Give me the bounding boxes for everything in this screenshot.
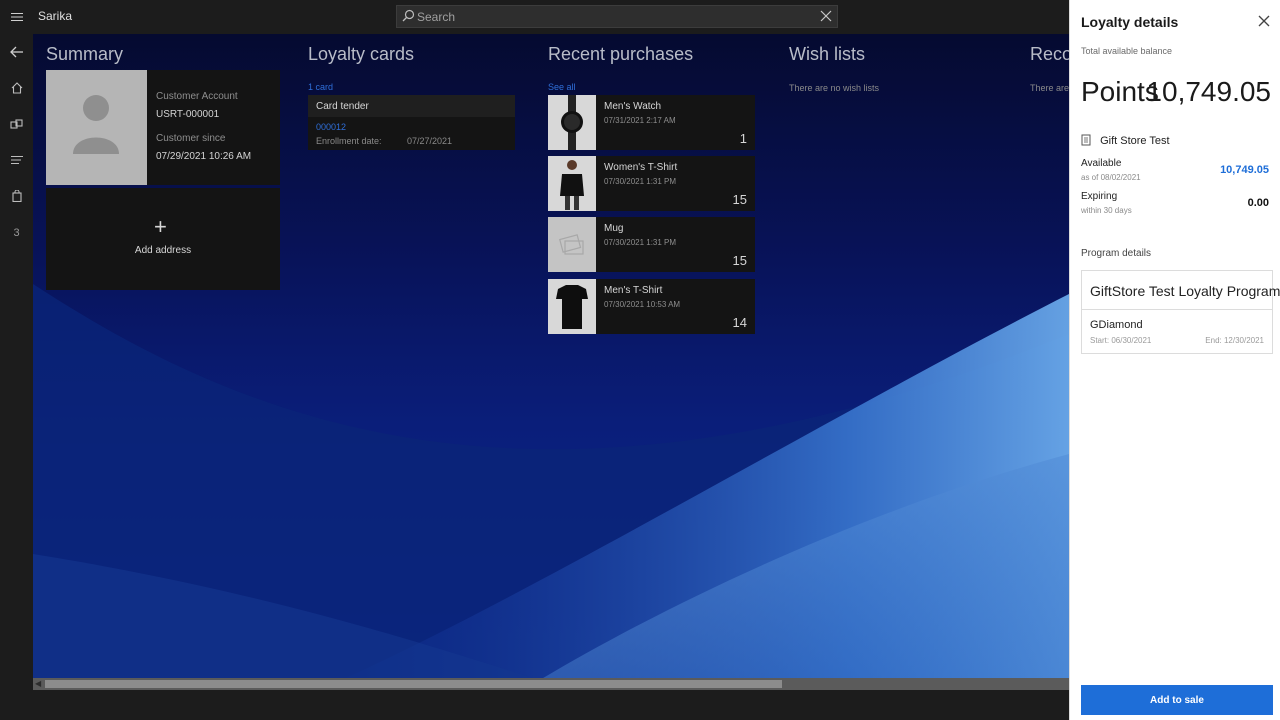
recent-purchases-title: Recent purchases [548,44,694,64]
top-bar: Sarika [0,0,1069,34]
program-card[interactable]: GiftStore Test Loyalty Program GDiamond … [1081,270,1280,354]
purchase-date: 07/30/2021 1:31 PM [604,177,677,186]
expiring-value: 0.00 [1247,197,1269,209]
scroll-left-icon[interactable]: ◀ [35,679,41,688]
home-icon [11,82,22,94]
expiring-within: within 30 days [1081,206,1132,215]
purchase-date: 07/31/2021 2:17 AM [604,116,676,125]
products-button[interactable] [0,112,33,136]
cart-count: 3 [0,221,33,245]
see-all-link[interactable]: See all [548,82,576,92]
loyalty-card-count-link[interactable]: 1 card [308,82,333,92]
purchase-date: 07/30/2021 10:53 AM [604,300,681,309]
enrollment-date-value: 07/27/2021 [407,136,453,146]
hamburger-icon [10,13,23,21]
add-address-button[interactable]: + Add address [46,188,280,290]
card-number-link[interactable]: 000012 [316,122,346,132]
hamburger-menu-button[interactable] [0,0,33,34]
placeholder-image-icon [548,217,596,272]
program-details-label: Program details [1081,248,1152,259]
points-balance: 10,749.05 [1146,76,1271,107]
available-asof: as of 08/02/2021 [1081,173,1141,182]
close-icon[interactable] [820,10,832,22]
back-button[interactable] [0,40,33,64]
loyalty-card-header: Card tender [308,95,515,117]
customer-since-label: Customer since [156,133,226,144]
person-silhouette-icon [73,95,119,154]
card-tender-label: Card tender [316,101,369,112]
plus-icon: + [154,214,167,239]
purchase-quantity: 14 [732,315,747,330]
recommended-empty: There are [1030,83,1069,93]
purchase-item[interactable]: Women's T-Shirt 07/30/2021 1:31 PM 15 [548,156,755,211]
purchase-name: Mug [604,223,624,234]
tier-start: Start: 06/30/2021 [1090,336,1152,345]
loyalty-details-panel: Loyalty details Total available balance … [1069,0,1280,720]
purchase-item[interactable]: Mug 07/30/2021 1:31 PM 15 [548,217,755,272]
search-box[interactable] [396,5,838,28]
watch-image [548,95,596,150]
enrollment-date-label: Enrollment date: [316,136,382,146]
orders-button[interactable] [0,148,33,172]
tier-end: End: 12/30/2021 [1205,336,1264,345]
purchase-quantity: 15 [732,192,747,207]
account-label: Customer Account [156,91,238,102]
store-icon [1081,134,1091,146]
customer-summary-card[interactable]: Customer Account USRT-000001 Customer si… [46,70,280,185]
panel-title: Loyalty details [1081,14,1179,30]
close-icon[interactable] [1257,14,1271,28]
search-icon [402,9,415,22]
add-to-sale-button[interactable]: Add to sale [1081,685,1273,715]
recommended-title: Recon [1030,44,1069,64]
store-row: Gift Store Test [1081,134,1170,147]
summary-title: Summary [46,44,124,64]
cart-button[interactable] [0,184,33,208]
purchase-name: Men's Watch [604,101,662,112]
womens-tshirt-image [548,156,596,211]
app-title: Sarika [38,9,73,23]
account-value: USRT-000001 [156,109,220,120]
cart-count-label: 3 [13,227,20,239]
available-label: Available [1081,158,1122,169]
store-name: Gift Store Test [1100,135,1170,147]
scrollbar-thumb[interactable] [45,680,782,688]
shopping-bag-icon [11,190,22,202]
mens-tshirt-image [548,279,596,334]
available-value: 10,749.05 [1220,164,1269,176]
home-button[interactable] [0,76,33,100]
wish-lists-empty: There are no wish lists [789,83,880,93]
purchase-item[interactable]: Men's T-Shirt 07/30/2021 10:53 AM 14 [548,279,755,334]
purchase-name: Women's T-Shirt [604,162,678,173]
purchase-item[interactable]: Men's Watch 07/31/2021 2:17 AM 1 [548,95,755,150]
tier-name: GDiamond [1090,319,1143,331]
panel-subtitle: Total available balance [1081,46,1173,56]
purchase-quantity: 15 [732,253,747,268]
divider [1082,309,1272,310]
add-address-label: Add address [134,245,192,256]
list-icon [10,156,23,164]
avatar [46,70,147,185]
purchase-quantity: 1 [739,131,747,146]
loyalty-card[interactable]: Card tender 000012 Enrollment date: 07/2… [308,95,515,150]
bottom-bar [33,690,1069,720]
search-input[interactable] [417,6,817,27]
back-arrow-icon [9,46,23,58]
purchase-name: Men's T-Shirt [604,285,663,296]
left-rail: 3 [0,34,33,720]
purchase-date: 07/30/2021 1:31 PM [604,238,677,247]
products-icon [10,119,23,129]
expiring-label: Expiring [1081,191,1118,202]
loyalty-cards-title: Loyalty cards [308,44,415,64]
wish-lists-title: Wish lists [789,44,865,64]
customer-since-value: 07/29/2021 10:26 AM [156,151,252,162]
program-name: GiftStore Test Loyalty Program [1090,283,1280,299]
